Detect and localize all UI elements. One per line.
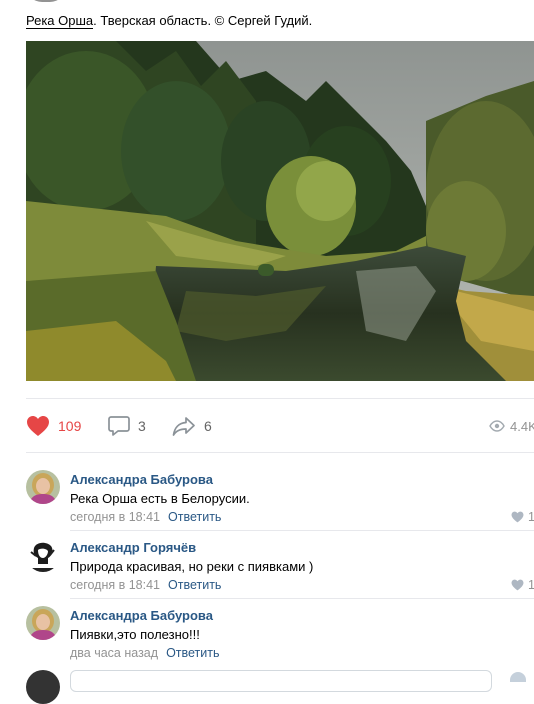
comment-time[interactable]: два часа назад [70, 646, 158, 660]
views-counter: 4.4K [489, 412, 534, 440]
comment-like-count: 1 [528, 578, 534, 592]
comment-text: Природа красивая, но реки с пиявками ) [70, 559, 314, 574]
river-landscape-image [26, 41, 534, 381]
current-user-avatar [26, 670, 60, 704]
avatar[interactable] [26, 538, 60, 572]
comment-divider [70, 598, 534, 599]
comment-item: Александра Бабурова Пиявки,это полезно!!… [26, 606, 534, 672]
share-icon [172, 417, 195, 436]
reply-link[interactable]: Ответить [168, 510, 221, 524]
shares-count: 6 [204, 418, 212, 434]
comment-author[interactable]: Александра Бабурова [70, 608, 213, 623]
post-caption: Река Орша. Тверская область. © Сергей Гу… [26, 13, 313, 29]
post-photo[interactable] [26, 41, 534, 381]
caption-text: . Тверская область. © Сергей Гудий. [93, 13, 313, 28]
comment-meta: сегодня в 18:41 Ответить [70, 578, 221, 592]
comment-divider [70, 530, 534, 531]
reply-link[interactable]: Ответить [168, 578, 221, 592]
comment-text: Пиявки,это полезно!!! [70, 627, 200, 642]
comment-author[interactable]: Александр Горячёв [70, 540, 196, 555]
comment-meta: сегодня в 18:41 Ответить [70, 510, 221, 524]
small-heart-icon [511, 579, 524, 591]
like-button[interactable]: 109 [26, 412, 81, 440]
comment-time[interactable]: сегодня в 18:41 [70, 510, 160, 524]
comment-like-button[interactable]: 1 [511, 510, 534, 524]
comment-author[interactable]: Александра Бабурова [70, 472, 213, 487]
divider [26, 398, 534, 399]
comment-button[interactable]: 3 [108, 412, 146, 440]
reply-link[interactable]: Ответить [166, 646, 219, 660]
avatar[interactable] [26, 606, 60, 640]
views-count: 4.4K [510, 418, 534, 434]
comment-like-button[interactable]: 1 [511, 578, 534, 592]
eye-icon [489, 420, 505, 432]
likes-count: 109 [58, 418, 82, 434]
divider [26, 452, 534, 453]
post-actions: 109 3 6 4.4K [26, 412, 534, 440]
post-author-avatar[interactable] [26, 0, 66, 2]
small-heart-icon [511, 511, 524, 523]
comment-text: Река Орша есть в Белорусии. [70, 491, 250, 506]
comment-meta: два часа назад Ответить [70, 646, 220, 660]
send-icon[interactable] [510, 672, 526, 682]
comment-item: Александра Бабурова Река Орша есть в Бел… [26, 470, 534, 536]
comment-item: Александр Горячёв Природа красивая, но р… [26, 538, 534, 604]
comment-input[interactable] [70, 670, 492, 692]
avatar[interactable] [26, 470, 60, 504]
comment-time[interactable]: сегодня в 18:41 [70, 578, 160, 592]
caption-place-link[interactable]: Река Орша [26, 13, 94, 29]
heart-icon [27, 416, 49, 436]
comment-icon [108, 416, 130, 436]
comments-count: 3 [138, 418, 146, 434]
comment-like-count: 1 [528, 510, 534, 524]
share-button[interactable]: 6 [172, 412, 212, 440]
